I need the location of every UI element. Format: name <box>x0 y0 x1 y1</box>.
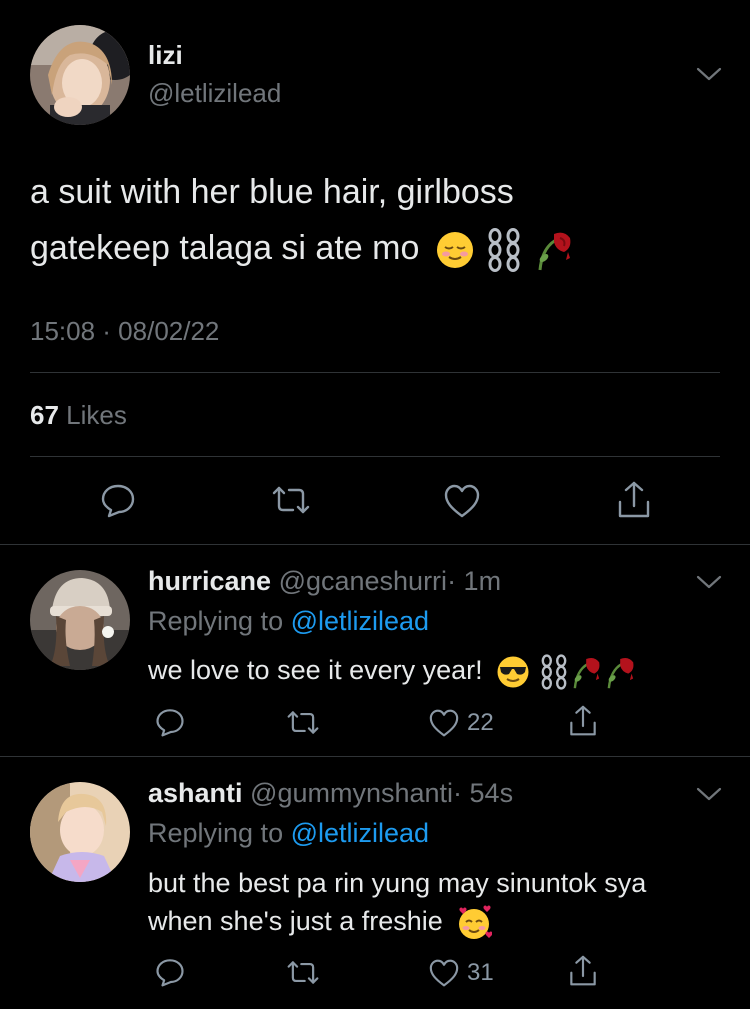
chevron-down-icon[interactable] <box>696 786 722 802</box>
reply-time[interactable]: · 1m <box>447 566 501 596</box>
tweet-text: a suit with her blue hair, girlboss gate… <box>30 164 576 276</box>
display-name[interactable]: ashanti <box>148 778 243 808</box>
divider <box>30 456 720 457</box>
reply-text: we love to see it every year! <box>148 652 638 690</box>
reply-text: but the best pa rin yung may sinuntok sy… <box>148 864 646 941</box>
chevron-down-icon[interactable] <box>696 574 722 590</box>
replying-to-label: Replying to <box>148 818 284 848</box>
replying-to: Replying to @letlizilead <box>148 818 429 849</box>
reply-text-line-1: but the best pa rin yung may sinuntok sy… <box>148 868 647 898</box>
handle[interactable]: @letlizilead <box>148 78 281 109</box>
like-count: 31 <box>467 959 494 986</box>
share-icon[interactable] <box>616 480 652 520</box>
sunglasses-face-icon <box>496 655 530 689</box>
like-icon[interactable] <box>443 484 481 518</box>
wilted-flower-icon <box>534 228 576 272</box>
reply-icon[interactable] <box>155 957 185 987</box>
reply-header: ashanti @gummynshanti· 54s <box>148 778 513 809</box>
smiling-face-with-hearts-icon <box>456 905 493 941</box>
reply-icon[interactable] <box>100 482 136 518</box>
like-count: 22 <box>467 709 494 736</box>
timestamp[interactable]: 15:08 · 08/02/22 <box>30 316 219 347</box>
like-icon[interactable] <box>428 959 460 987</box>
handle[interactable]: @gummynshanti <box>250 778 453 808</box>
share-icon[interactable] <box>568 954 598 988</box>
chevron-down-icon[interactable] <box>696 66 722 82</box>
retweet-icon[interactable] <box>286 959 320 986</box>
wilted-flower-icon <box>570 654 604 690</box>
reply-icon[interactable] <box>155 707 185 737</box>
avatar[interactable] <box>30 570 130 670</box>
avatar[interactable] <box>30 782 130 882</box>
reply-time[interactable]: · 54s <box>453 778 513 808</box>
likes-summary[interactable]: 67 Likes <box>30 400 127 431</box>
retweet-icon[interactable] <box>286 709 320 736</box>
divider <box>30 372 720 373</box>
tweet-text-line-1: a suit with her blue hair, girlboss <box>30 173 514 211</box>
tweet-text-line-2-text: gatekeep talaga si ate mo <box>30 229 420 267</box>
reply-text-content: we love to see it every year! <box>148 655 483 685</box>
display-name[interactable]: hurricane <box>148 566 271 596</box>
tweet-text-line-2: gatekeep talaga si ate mo <box>30 220 576 276</box>
replying-to-handle[interactable]: @letlizilead <box>291 606 429 636</box>
chains-icon <box>538 654 570 690</box>
relieved-face-icon <box>435 230 475 270</box>
display-name[interactable]: lizi <box>148 40 183 71</box>
replying-to: Replying to @letlizilead <box>148 606 429 637</box>
replying-to-handle[interactable]: @letlizilead <box>291 818 429 848</box>
like-icon[interactable] <box>428 709 460 737</box>
share-icon[interactable] <box>568 704 598 738</box>
replying-to-label: Replying to <box>148 606 284 636</box>
divider <box>0 544 750 545</box>
reply-text-line-2-wrap: when she's just a freshie <box>148 902 646 941</box>
likes-count: 67 <box>30 400 59 430</box>
handle[interactable]: @gcaneshurri <box>279 566 448 596</box>
divider <box>0 756 750 757</box>
avatar[interactable] <box>30 25 130 125</box>
reply-header: hurricane @gcaneshurri· 1m <box>148 566 501 597</box>
wilted-flower-icon <box>604 654 638 690</box>
likes-label: Likes <box>66 400 127 430</box>
reply-text-line-2: when she's just a freshie <box>148 906 443 936</box>
chains-icon <box>484 228 524 273</box>
retweet-icon[interactable] <box>271 484 311 516</box>
